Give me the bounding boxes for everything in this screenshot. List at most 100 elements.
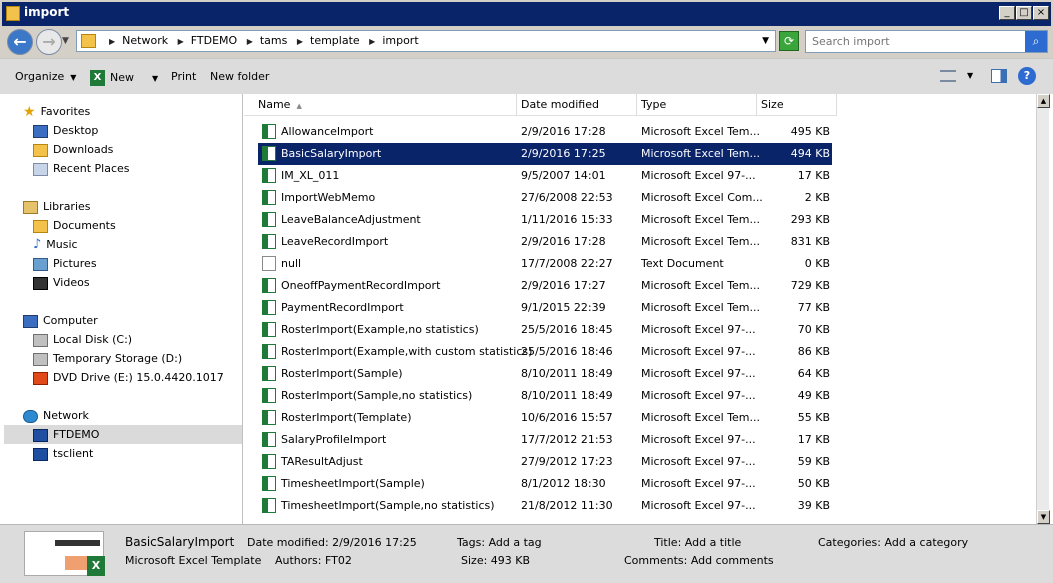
disk-drive-icon <box>33 352 48 366</box>
file-type: Microsoft Excel 97-... <box>641 345 756 358</box>
nav-videos[interactable]: Videos <box>33 273 90 292</box>
file-row[interactable]: SalaryProfileImport 17/7/2012 21:53 Micros… <box>258 429 832 451</box>
file-row[interactable]: LeaveBalanceAdjustment 1/11/2016 15:33 Mic… <box>258 209 832 231</box>
nav-downloads[interactable]: Downloads <box>33 140 113 159</box>
file-date-modified: 8/1/2012 18:30 <box>521 477 606 490</box>
details-tags: Tags: Add a tag <box>457 536 542 549</box>
close-button[interactable]: × <box>1033 6 1049 20</box>
breadcrumb-network[interactable]: Network <box>122 34 168 47</box>
nav-pictures[interactable]: Pictures <box>33 254 97 273</box>
breadcrumb-separator-icon[interactable]: ▶ <box>247 37 253 46</box>
back-button[interactable]: ← <box>7 29 33 55</box>
nav-tsclient[interactable]: tsclient <box>33 444 93 463</box>
column-header-size[interactable]: Size <box>757 94 837 116</box>
details-value: 2/9/2016 17:25 <box>332 536 417 549</box>
forward-button[interactable]: → <box>36 29 62 55</box>
file-name: LeaveRecordImport <box>262 231 388 253</box>
file-row[interactable]: RosterImport(Example,no statistics) 25/5/… <box>258 319 832 341</box>
file-row[interactable]: null 17/7/2008 22:27 Text Document 0 KB <box>258 253 832 275</box>
breadcrumb-separator-icon[interactable]: ▶ <box>369 37 375 46</box>
nav-ftdemo[interactable]: FTDEMO <box>4 425 242 444</box>
chevron-down-icon[interactable]: ▼ <box>152 74 158 83</box>
nav-dvd-drive[interactable]: DVD Drive (E:) 15.0.4420.1017 <box>33 368 224 387</box>
file-row[interactable]: PaymentRecordImport 9/1/2015 22:39 Microso… <box>258 297 832 319</box>
file-date-modified: 10/6/2016 15:57 <box>521 411 613 424</box>
details-value[interactable]: FT02 <box>325 554 352 567</box>
details-date-modified: Date modified: 2/9/2016 17:25 <box>247 536 417 549</box>
file-row[interactable]: RosterImport(Sample,no statistics) 8/10/2… <box>258 385 832 407</box>
organize-button[interactable]: Organize ▼ <box>15 70 76 83</box>
new-button[interactable]: X New ▼ <box>90 70 158 86</box>
column-header-date[interactable]: Date modified <box>517 94 637 116</box>
new-folder-button[interactable]: New folder <box>210 70 269 83</box>
nav-local-disk[interactable]: Local Disk (C:) <box>33 330 132 349</box>
nav-music[interactable]: ♪ Music <box>33 235 78 254</box>
breadcrumb-separator-icon[interactable]: ▶ <box>297 37 303 46</box>
file-row[interactable]: OneoffPaymentRecordImport 2/9/2016 17:27 M… <box>258 275 832 297</box>
file-name-text: RosterImport(Example,with custom statist… <box>281 345 533 358</box>
file-row[interactable]: TimesheetImport(Sample) 8/1/2012 18:30 Mic… <box>258 473 832 495</box>
print-button[interactable]: Print <box>171 70 196 83</box>
downloads-folder-icon <box>33 143 48 157</box>
address-bar[interactable]: ▶ Network ▶ FTDEMO ▶ tams ▶ template ▶ import… <box>76 30 776 52</box>
column-header-type[interactable]: Type <box>637 94 757 116</box>
breadcrumb-import[interactable]: import <box>382 34 418 47</box>
file-size: 86 KB <box>797 345 830 358</box>
folder-icon <box>6 6 20 21</box>
details-value[interactable]: Add a title <box>685 536 742 549</box>
file-size: 831 KB <box>790 235 830 248</box>
file-row[interactable]: RosterImport(Sample) 8/10/2011 18:49 Micro… <box>258 363 832 385</box>
vertical-scrollbar[interactable]: ▲ ▼ <box>1036 94 1050 524</box>
scroll-up-icon[interactable]: ▲ <box>1037 94 1050 108</box>
address-dropdown-icon[interactable]: ▼ <box>762 36 769 46</box>
file-row[interactable]: RosterImport(Example,with custom statist… <box>258 341 832 363</box>
maximize-button[interactable]: □ <box>1016 6 1032 20</box>
nav-network[interactable]: Network <box>23 406 89 425</box>
file-row[interactable]: LeaveRecordImport 2/9/2016 17:28 Microsoft… <box>258 231 832 253</box>
history-dropdown-icon[interactable]: ▼ <box>62 36 69 46</box>
file-thumbnail: X <box>24 531 105 576</box>
details-value[interactable]: Add a category <box>885 536 969 549</box>
search-icon[interactable]: ⌕ <box>1025 31 1047 52</box>
music-icon: ♪ <box>33 237 42 252</box>
details-value[interactable]: Add comments <box>691 554 774 567</box>
breadcrumb-ftdemo[interactable]: FTDEMO <box>191 34 237 47</box>
nav-temporary-storage[interactable]: Temporary Storage (D:) <box>33 349 182 368</box>
excel-icon <box>262 409 276 425</box>
file-row[interactable]: TimesheetImport(Sample,no statistics) 21/… <box>258 495 832 517</box>
file-row[interactable]: AllowanceImport 2/9/2016 17:28 Microsoft E… <box>258 121 832 143</box>
excel-icon <box>262 387 276 403</box>
file-row[interactable]: IM_XL_011 9/5/2007 14:01 Microsoft Excel 9… <box>258 165 832 187</box>
minimize-button[interactable]: _ <box>999 6 1015 20</box>
breadcrumb-template[interactable]: template <box>310 34 360 47</box>
details-label: Categories: <box>818 536 881 549</box>
breadcrumb-separator-icon[interactable]: ▶ <box>178 37 184 46</box>
column-header-name[interactable]: Name ▲ <box>244 94 517 116</box>
network-icon <box>23 409 38 423</box>
nav-desktop[interactable]: Desktop <box>33 121 98 140</box>
file-name: OneoffPaymentRecordImport <box>262 275 440 297</box>
file-row[interactable]: TAResultAdjust 27/9/2012 17:23 Microsoft E… <box>258 451 832 473</box>
breadcrumb-tams[interactable]: tams <box>260 34 288 47</box>
preview-pane-icon[interactable] <box>991 69 1007 83</box>
nav-computer[interactable]: Computer <box>23 311 98 330</box>
scroll-down-icon[interactable]: ▼ <box>1037 510 1050 524</box>
nav-libraries[interactable]: Libraries <box>23 197 91 216</box>
refresh-button[interactable]: ⟳ <box>779 31 799 51</box>
file-row[interactable]: ImportWebMemo 27/6/2008 22:53 Microsoft Ex… <box>258 187 832 209</box>
view-details-icon[interactable] <box>940 70 956 82</box>
file-row[interactable]: BasicSalaryImport 2/9/2016 17:25 Microsoft… <box>258 143 832 165</box>
file-name: BasicSalaryImport <box>262 143 381 165</box>
details-value[interactable]: Add a tag <box>489 536 542 549</box>
search-input[interactable] <box>806 31 1024 52</box>
nav-favorites[interactable]: ★ Favorites <box>23 102 90 121</box>
help-icon[interactable]: ? <box>1018 67 1036 85</box>
file-type: Microsoft Excel 97-... <box>641 389 756 402</box>
view-options-chevron-icon[interactable]: ▼ <box>967 71 973 80</box>
file-name: ImportWebMemo <box>262 187 375 209</box>
file-row[interactable]: RosterImport(Template) 10/6/2016 15:57 Mic… <box>258 407 832 429</box>
nav-recent-places[interactable]: Recent Places <box>33 159 130 178</box>
videos-icon <box>33 276 48 290</box>
breadcrumb-separator-icon[interactable]: ▶ <box>109 37 115 46</box>
nav-documents[interactable]: Documents <box>33 216 116 235</box>
